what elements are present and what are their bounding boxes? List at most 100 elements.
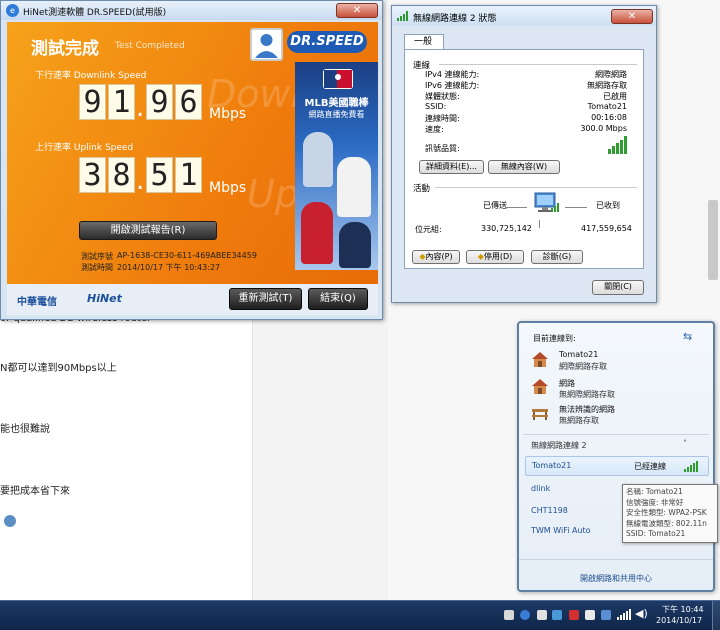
disable-button[interactable]: ◆停用(D) [466, 250, 524, 264]
network-ssid[interactable]: TWM WiFi Auto [531, 526, 591, 535]
divider [519, 559, 713, 560]
speed-value: 300.0 Mbps [580, 124, 627, 133]
network-status: 無網際網路存取 [559, 390, 615, 399]
player-image [337, 157, 371, 217]
dr-speed-logo: DR.SPEED [287, 31, 367, 53]
mlb-subtitle: 網路直播免費看 [308, 110, 365, 119]
media-state-label: 媒體狀態: [425, 92, 460, 101]
page-scrollbar[interactable] [708, 200, 718, 280]
network-icon [531, 378, 549, 394]
ssid-value: Tomato21 [587, 102, 627, 111]
uplink-digit: 8 [108, 157, 135, 193]
tooltip-line: 名稱: Tomato21 [626, 487, 683, 496]
network-connected-state: 已經連線 [634, 462, 666, 471]
network-name: 無法辨識的網路 [559, 405, 615, 414]
tooltip-line: 安全性類型: WPA2-PSK [626, 508, 707, 517]
network-flyout: 目前連線到: ⇆ Tomato21 網際網路存取 網路 無網際網路存取 無法辨識… [517, 321, 715, 592]
serial-value: AP-1638-CE30-611-469ABEE34459 [117, 251, 257, 260]
collapse-icon[interactable]: ˄ [683, 439, 687, 448]
serial-label: 測試序號 [81, 252, 113, 261]
disable-button-label: 停用(D) [483, 252, 513, 261]
open-network-center-link[interactable]: 開啟網路和共用中心 [519, 573, 713, 584]
mlb-logo-icon [323, 69, 353, 89]
tooltip-line: SSID: Tomato21 [626, 529, 686, 538]
duration-label: 連線時間: [425, 114, 460, 123]
diagnose-button[interactable]: 診斷(G) [531, 250, 583, 264]
network-ssid[interactable]: dlink [531, 484, 550, 493]
tray-keyboard-icon[interactable] [504, 610, 514, 620]
wireless-properties-button[interactable]: 無線內容(W) [488, 160, 560, 174]
cht-logo: 中華電信 [17, 297, 57, 308]
close-dialog-button[interactable]: 關閉(C) [592, 280, 644, 295]
tooltip-line: 無線電波類型: 802.11n [626, 518, 707, 528]
taskbar [0, 600, 720, 630]
uplink-digit: 5 [146, 157, 173, 193]
network-list-item-selected[interactable]: Tomato21 已經連線 [525, 456, 709, 476]
uplink-label: 上行速率 Uplink Speed [35, 143, 134, 153]
wireless-window-title: 無線網路連線 2 狀態 [413, 14, 497, 24]
downlink-digit: 9 [79, 84, 106, 120]
player-image [301, 202, 333, 264]
taskbar-clock-time[interactable]: 下午 10:44 [662, 604, 704, 615]
network-ssid[interactable]: CHT1198 [531, 506, 568, 515]
network-ssid: Tomato21 [532, 461, 572, 470]
downlink-label: 下行速率 Downlink Speed [35, 71, 147, 81]
mlb-ad-banner[interactable]: MLB美國職棒 網路直播免費看 [295, 62, 378, 270]
divider [523, 434, 709, 435]
test-time-label: 測試時間 [81, 263, 113, 272]
activity-section-title: 活動 [413, 184, 431, 194]
network-name: Tomato21 [559, 350, 599, 359]
downlink-digit: 9 [146, 84, 173, 120]
tray-warning-icon[interactable] [569, 610, 579, 620]
test-completed-heading: 測試完成 [31, 39, 99, 59]
hinet-logo: HiNet [87, 292, 122, 305]
uplink-digit: 3 [79, 157, 106, 193]
show-desktop-button[interactable] [712, 601, 720, 630]
ipv6-label: IPv6 連線能力: [425, 81, 480, 90]
uplink-unit: Mbps [209, 180, 247, 196]
decimal-point: . [136, 93, 145, 123]
downlink-unit: Mbps [209, 106, 247, 122]
refresh-icon[interactable]: ⇆ [683, 330, 692, 343]
emoticon-icon [4, 515, 16, 527]
open-report-button[interactable]: 開啟測試報告(R) [79, 221, 217, 240]
tray-help-icon[interactable] [520, 610, 530, 620]
wifi-signal-icon [684, 461, 700, 472]
test-time-value: 2014/10/17 下午 10:43:27 [117, 263, 221, 272]
speed-window-title: HiNet測速軟體 DR.SPEED(試用版) [23, 8, 167, 18]
close-button[interactable]: ✕ [611, 9, 653, 24]
public-network-icon [531, 405, 549, 421]
ipv4-value: 網際網路 [595, 70, 627, 79]
background-text-line: 要把成本省下來 [0, 486, 70, 497]
divider [439, 64, 637, 65]
tray-display-icon[interactable] [585, 610, 595, 620]
ssid-label: SSID: [425, 102, 447, 111]
duration-value: 00:16:08 [591, 113, 627, 122]
bytes-sent-value: 330,725,142 [481, 224, 532, 233]
tray-usb-icon[interactable] [537, 610, 547, 620]
wireless-status-window: 無線網路連線 2 狀態 ✕ 一般 連線 IPv4 連線能力: 網際網路 IPv6… [391, 5, 657, 303]
speed-window-titlebar[interactable]: e HiNet測速軟體 DR.SPEED(試用版) ✕ [1, 1, 382, 20]
signal-icon [397, 11, 409, 21]
mlb-title: MLB美國職棒 [304, 98, 369, 109]
close-button[interactable]: ✕ [336, 3, 378, 18]
tab-general[interactable]: 一般 [404, 34, 444, 50]
network-computer-icon [529, 192, 561, 216]
tray-volume-icon[interactable]: ◀) [635, 607, 648, 620]
end-button[interactable]: 結束(Q) [308, 288, 368, 310]
divider [505, 207, 527, 208]
details-button[interactable]: 詳細資料(E)... [419, 160, 484, 174]
tooltip-line: 信號強度: 非常好 [626, 497, 684, 507]
wireless-window-titlebar[interactable]: 無線網路連線 2 狀態 ✕ [392, 6, 656, 26]
tray-app-icon[interactable] [552, 610, 562, 620]
downlink-digit: 1 [108, 84, 135, 120]
network-name: 網路 [559, 379, 575, 388]
tray-wifi-icon[interactable] [617, 609, 631, 620]
taskbar-clock-date[interactable]: 2014/10/17 [656, 616, 702, 625]
tray-network-app-icon[interactable] [601, 610, 611, 620]
retest-button[interactable]: 重新測試(T) [229, 288, 302, 310]
speed-window-footer: 中華電信 HiNet 重新測試(T) 結束(Q) [7, 284, 378, 315]
properties-button[interactable]: ◆內容(P) [412, 250, 460, 264]
watermark-text: Up [247, 172, 299, 216]
network-tooltip: 名稱: Tomato21 信號強度: 非常好 安全性類型: WPA2-PSK 無… [622, 484, 718, 543]
